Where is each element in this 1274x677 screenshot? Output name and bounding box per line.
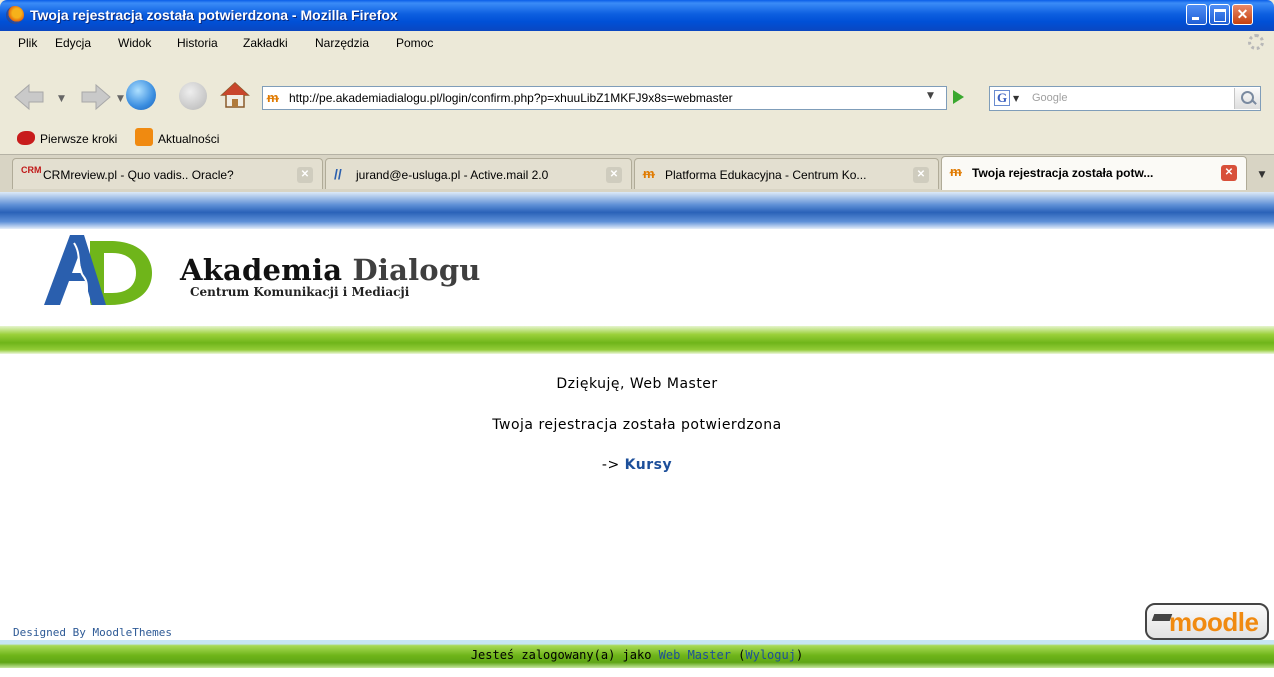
login-info: Jesteś zalogowany(a) jako Web Master (Wy… bbox=[470, 648, 804, 662]
back-button[interactable] bbox=[13, 83, 45, 111]
stop-icon[interactable] bbox=[179, 82, 207, 110]
tab-platforma[interactable]: ᵯ Platforma Edukacyjna - Centrum Ko... ✕ bbox=[634, 158, 939, 189]
url-dropdown-icon[interactable]: ▼ bbox=[927, 91, 934, 101]
tab-close-icon[interactable]: ✕ bbox=[913, 167, 929, 183]
address-bar[interactable]: ᵯ http://pe.akademiadialogu.pl/login/con… bbox=[262, 86, 947, 110]
bookmarks-toolbar: Pierwsze kroki Aktualności bbox=[0, 124, 1274, 154]
site-favicon-icon: ᵯ bbox=[267, 90, 279, 105]
google-engine-icon[interactable]: G bbox=[994, 90, 1010, 106]
header-blue-band bbox=[0, 192, 1274, 229]
menu-historia[interactable]: Historia bbox=[177, 36, 218, 50]
close-button[interactable]: ✕ bbox=[1232, 4, 1253, 25]
tab-activemail[interactable]: // jurand@e-usluga.pl - Active.mail 2.0 … bbox=[325, 158, 632, 189]
forward-history-dropdown-icon[interactable]: ▼ bbox=[117, 94, 124, 104]
forward-button[interactable] bbox=[80, 83, 112, 111]
courses-link[interactable]: Kursy bbox=[625, 457, 672, 473]
tab-label: Platforma Edukacyjna - Centrum Ko... bbox=[665, 168, 867, 182]
bookmark-pierwsze-kroki[interactable]: Pierwsze kroki bbox=[40, 132, 117, 146]
menu-edycja[interactable]: Edycja bbox=[55, 36, 91, 50]
minimize-button[interactable] bbox=[1186, 4, 1207, 25]
menu-plik[interactable]: Plik bbox=[18, 36, 37, 50]
window-title: Twoja rejestracja została potwierdzona -… bbox=[30, 7, 398, 23]
thanks-message: Dziękuję, Web Master bbox=[556, 376, 718, 392]
menu-narzedzia[interactable]: Narzędzia bbox=[315, 36, 369, 50]
crm-favicon-icon: CRM bbox=[21, 165, 42, 175]
logo-subtitle: Centrum Komunikacji i Mediacji bbox=[190, 285, 410, 299]
firefox-bookmark-icon bbox=[17, 131, 35, 145]
courses-line: -> Kursy bbox=[0, 457, 1274, 473]
moodle-favicon-icon: ᵯ bbox=[643, 166, 655, 181]
maximize-icon bbox=[1214, 9, 1226, 22]
tab-close-icon[interactable]: ✕ bbox=[1221, 165, 1237, 181]
site-logo[interactable]: Akademia Dialogu Centrum Komunikacji i M… bbox=[44, 233, 480, 311]
moodle-badge-text: moodle bbox=[1169, 607, 1259, 637]
tab-confirmation-active[interactable]: ᵯ Twoja rejestracja została potw... ✕ bbox=[941, 156, 1247, 190]
engine-dropdown-icon[interactable]: ▼ bbox=[1013, 94, 1019, 103]
bookmark-aktualnosci[interactable]: Aktualności bbox=[158, 132, 219, 146]
page-content: Akademia Dialogu Centrum Komunikacji i M… bbox=[0, 192, 1274, 677]
logo-a-icon bbox=[44, 235, 106, 306]
moodle-logo-badge[interactable]: moodle bbox=[1145, 603, 1269, 640]
logo-title-akademia: Akademia bbox=[180, 253, 343, 287]
maximize-button[interactable] bbox=[1209, 4, 1230, 25]
tab-label: jurand@e-usluga.pl - Active.mail 2.0 bbox=[356, 168, 549, 182]
search-bar[interactable]: G ▼ Google bbox=[989, 86, 1261, 111]
title-bar: Twoja rejestracja została potwierdzona -… bbox=[0, 0, 1274, 31]
logo-title-dialogu: Dialogu bbox=[352, 253, 481, 287]
reload-icon[interactable] bbox=[126, 80, 156, 110]
tab-label: Twoja rejestracja została potw... bbox=[972, 166, 1154, 180]
menu-bar: Plik Edycja Widok Historia Zakładki Narz… bbox=[0, 31, 1274, 55]
courses-arrow: -> bbox=[601, 457, 620, 473]
tab-close-icon[interactable]: ✕ bbox=[606, 167, 622, 183]
back-history-dropdown-icon[interactable]: ▼ bbox=[58, 94, 65, 104]
search-button[interactable] bbox=[1234, 88, 1260, 109]
firefox-logo-icon bbox=[6, 6, 24, 24]
confirmation-message: Twoja rejestracja została potwierdzona bbox=[492, 417, 782, 433]
logo-title: Akademia Dialogu bbox=[180, 253, 481, 287]
throbber-icon bbox=[1248, 34, 1264, 50]
minimize-icon bbox=[1192, 17, 1199, 20]
designed-by-link[interactable]: Designed By MoodleThemes bbox=[13, 626, 172, 639]
tab-label: CRMreview.pl - Quo vadis.. Oracle? bbox=[43, 168, 234, 182]
logout-link[interactable]: Wyloguj bbox=[745, 648, 796, 662]
login-prefix: Jesteś zalogowany(a) jako bbox=[470, 648, 652, 662]
url-text[interactable]: http://pe.akademiadialogu.pl/login/confi… bbox=[289, 91, 733, 105]
magnifier-handle bbox=[1251, 99, 1257, 105]
tab-crmreview[interactable]: CRM CRMreview.pl - Quo vadis.. Oracle? ✕ bbox=[12, 158, 323, 189]
menu-widok[interactable]: Widok bbox=[118, 36, 151, 50]
menu-pomoc[interactable]: Pomoc bbox=[396, 36, 433, 50]
header-green-band bbox=[0, 326, 1274, 354]
user-profile-link[interactable]: Web Master bbox=[659, 648, 731, 662]
go-arrow-icon[interactable] bbox=[953, 90, 964, 104]
tab-list-dropdown-icon[interactable]: ▼ bbox=[1252, 162, 1272, 188]
close-icon: ✕ bbox=[1236, 6, 1249, 22]
home-icon[interactable] bbox=[220, 80, 250, 110]
tab-close-icon[interactable]: ✕ bbox=[297, 167, 313, 183]
moodle-favicon-icon: ᵯ bbox=[950, 164, 962, 179]
browser-window: Twoja rejestracja została potwierdzona -… bbox=[0, 0, 1274, 677]
menu-zakladki[interactable]: Zakładki bbox=[243, 36, 288, 50]
rss-feed-icon bbox=[135, 128, 153, 146]
feather-favicon-icon: // bbox=[334, 166, 342, 182]
search-placeholder[interactable]: Google bbox=[1032, 92, 1067, 104]
